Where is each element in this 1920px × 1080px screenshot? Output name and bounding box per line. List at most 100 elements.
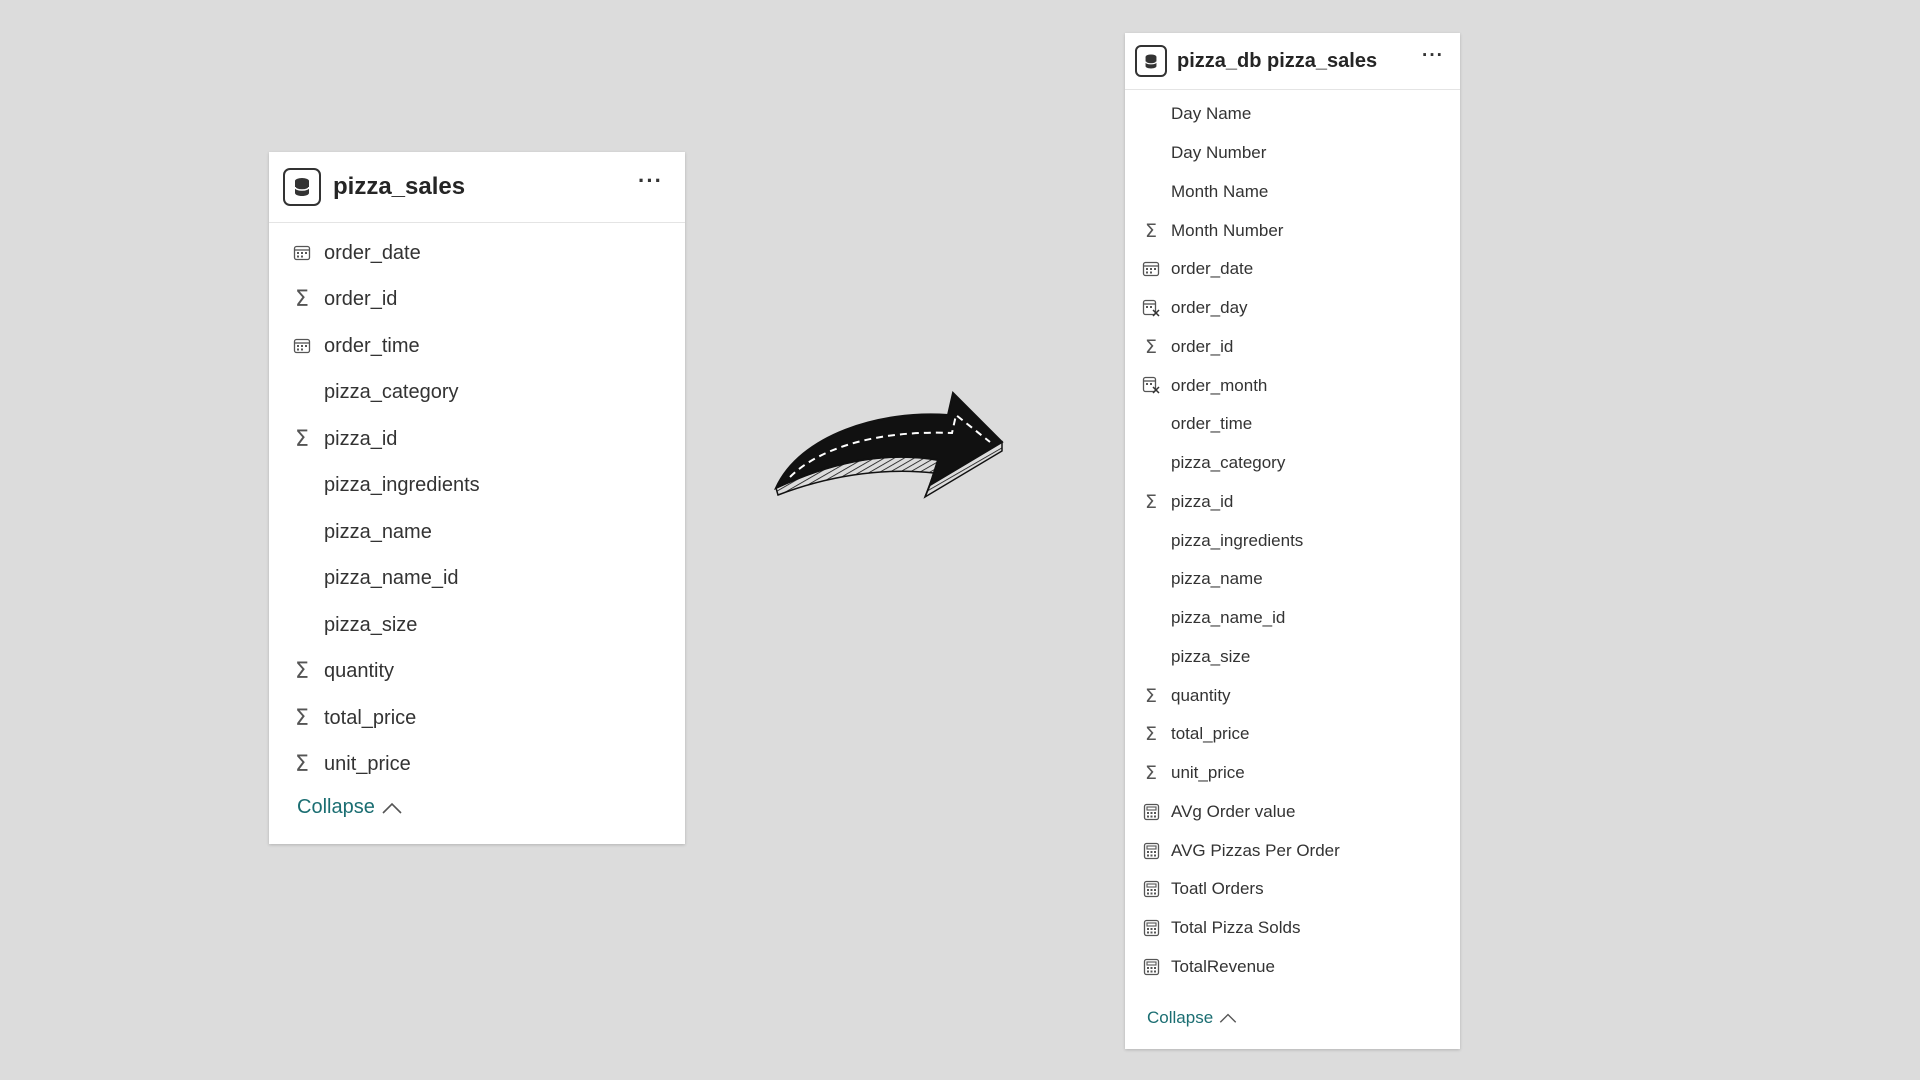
field-row-pizza-name-id[interactable]: pizza_name_id [1125, 599, 1460, 638]
field-row-totalrevenue[interactable]: TotalRevenue [1125, 948, 1460, 987]
field-row-order-date[interactable]: order_date [269, 230, 685, 277]
field-label: order_time [1171, 414, 1253, 434]
chevron-up-icon [382, 802, 402, 814]
sigma-icon: Σ [1144, 684, 1157, 707]
field-label: order_month [1171, 375, 1268, 395]
field-row-order-time[interactable]: order_time [269, 323, 685, 370]
field-label: pizza_ingredients [1171, 530, 1304, 550]
field-row-total-price[interactable]: Σtotal_price [1125, 715, 1460, 754]
measure-icon [1141, 842, 1161, 860]
field-row-day-number[interactable]: Day Number [1125, 134, 1460, 173]
calculated-column-icon [1141, 299, 1161, 318]
collapse-label: Collapse [1147, 1008, 1214, 1028]
calculated-column-icon [1141, 376, 1161, 395]
field-row-total-price[interactable]: Σtotal_price [269, 695, 685, 742]
field-label: order_date [1171, 259, 1254, 279]
field-row-order-day[interactable]: order_day [1125, 289, 1460, 328]
field-row-total-pizza-solds[interactable]: Total Pizza Solds [1125, 909, 1460, 948]
collapse-label: Collapse [297, 796, 375, 818]
field-label: Month Name [1171, 181, 1269, 201]
field-label: pizza_ingredients [324, 474, 480, 497]
table-icon [1135, 45, 1167, 77]
field-label: pizza_name [1171, 569, 1263, 589]
field-label: total_price [1171, 724, 1250, 744]
chevron-up-icon [1219, 1013, 1237, 1024]
field-row-order-id[interactable]: Σorder_id [1125, 328, 1460, 367]
field-label: pizza_id [1171, 491, 1234, 511]
field-row-month-number[interactable]: Σ Month Number [1125, 211, 1460, 250]
field-label: AVG Pizzas Per Order [1171, 840, 1340, 860]
table-title: pizza_sales [333, 173, 466, 200]
field-row-pizza-name[interactable]: pizza_name [269, 509, 685, 556]
sigma-icon: Σ [1144, 762, 1157, 785]
field-row-pizza-name-id[interactable]: pizza_name_id [269, 556, 685, 603]
field-label: pizza_size [324, 613, 418, 636]
measure-icon [1141, 880, 1161, 898]
field-label: order_id [324, 288, 398, 311]
calendar-icon [290, 337, 314, 355]
field-row-order-id[interactable]: Σorder_id [269, 277, 685, 324]
field-label: pizza_name_id [324, 567, 459, 590]
sigma-icon: Σ [295, 659, 309, 685]
field-row-pizza-name[interactable]: pizza_name [1125, 560, 1460, 599]
field-label: order_time [324, 334, 420, 357]
calendar-icon [290, 244, 314, 262]
field-label: Month Number [1171, 220, 1284, 240]
measure-icon [1141, 958, 1161, 976]
field-label: order_date [324, 241, 421, 264]
field-row-pizza-size[interactable]: pizza_size [269, 602, 685, 649]
table-header[interactable]: pizza_db pizza_sales ··· [1125, 33, 1460, 90]
sigma-icon: Σ [1144, 723, 1157, 746]
field-row-pizza-category[interactable]: pizza_category [269, 370, 685, 417]
field-row-order-date[interactable]: order_date [1125, 250, 1460, 289]
field-row-pizza-id[interactable]: Σpizza_id [1125, 483, 1460, 522]
field-label: order_day [1171, 298, 1248, 318]
field-label: pizza_name_id [1171, 608, 1286, 628]
field-row-order-time[interactable]: order_time [1125, 405, 1460, 444]
sigma-icon: Σ [295, 287, 309, 313]
table-card-pizza-sales: pizza_sales ··· order_date Σorder_id order… [269, 152, 685, 844]
field-row-avg-order-value[interactable]: AVg Order value [1125, 793, 1460, 832]
sigma-icon: Σ [295, 752, 309, 778]
field-row-toatl-orders[interactable]: Toatl Orders [1125, 870, 1460, 909]
more-options-button[interactable]: ··· [1422, 45, 1444, 67]
field-row-order-month[interactable]: order_month [1125, 366, 1460, 405]
sigma-icon: Σ [1144, 490, 1157, 513]
field-row-quantity[interactable]: Σquantity [1125, 676, 1460, 715]
field-row-pizza-id[interactable]: Σpizza_id [269, 416, 685, 463]
table-header[interactable]: pizza_sales ··· [269, 152, 685, 223]
collapse-button[interactable]: Collapse [1147, 1008, 1460, 1028]
field-row-pizza-ingredients[interactable]: pizza_ingredients [269, 463, 685, 510]
calendar-icon [1141, 260, 1161, 278]
field-row-month-name[interactable]: Month Name [1125, 173, 1460, 212]
sigma-icon: Σ [295, 426, 309, 452]
field-row-quantity[interactable]: Σquantity [269, 649, 685, 696]
field-row-day-name[interactable]: Day Name [1125, 95, 1460, 134]
measure-icon [1141, 803, 1161, 821]
field-label: pizza_size [1171, 646, 1251, 666]
field-label: total_price [324, 706, 417, 729]
field-label: pizza_category [324, 381, 459, 404]
field-row-pizza-ingredients[interactable]: pizza_ingredients [1125, 521, 1460, 560]
field-row-unit-price[interactable]: Σunit_price [269, 742, 685, 789]
measure-icon [1141, 919, 1161, 937]
field-label: Toatl Orders [1171, 879, 1264, 899]
field-label: AVg Order value [1171, 801, 1296, 821]
more-options-button[interactable]: ··· [638, 168, 663, 194]
field-row-pizza-category[interactable]: pizza_category [1125, 444, 1460, 483]
table-icon [283, 168, 321, 206]
field-row-pizza-size[interactable]: pizza_size [1125, 638, 1460, 677]
sigma-icon: Σ [1144, 335, 1157, 358]
sigma-icon: Σ [1144, 219, 1157, 242]
table-title: pizza_db pizza_sales [1177, 49, 1378, 72]
sigma-icon: Σ [295, 705, 309, 731]
table-card-pizza-db-pizza-sales: pizza_db pizza_sales ··· Day Name Day Num… [1125, 33, 1460, 1049]
field-row-avg-pizzas-per-order[interactable]: AVG Pizzas Per Order [1125, 831, 1460, 870]
field-label: Day Name [1171, 104, 1252, 124]
field-row-unit-price[interactable]: Σunit_price [1125, 754, 1460, 793]
field-label: Total Pizza Solds [1171, 918, 1301, 938]
field-label: order_id [1171, 336, 1234, 356]
collapse-button[interactable]: Collapse [297, 796, 685, 819]
field-list: order_date Σorder_id order_time pizza_categ… [269, 223, 685, 788]
field-label: pizza_name [324, 520, 432, 543]
